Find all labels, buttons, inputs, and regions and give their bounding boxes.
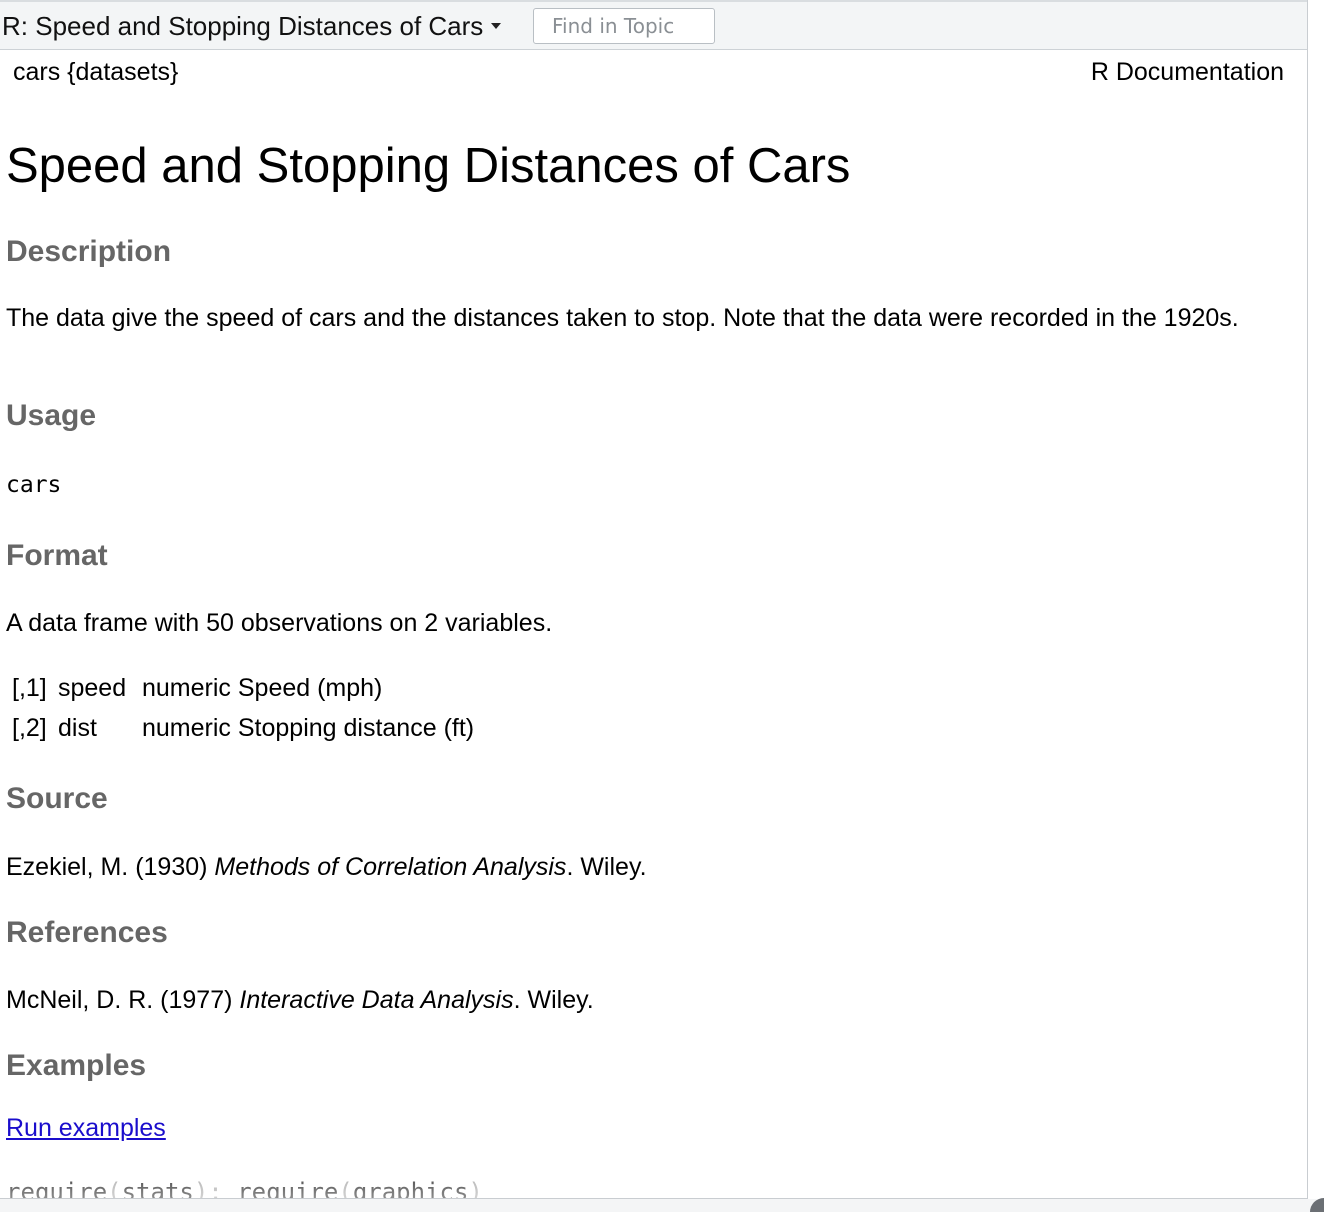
source-suffix: . Wiley. bbox=[566, 853, 647, 881]
code-token: stats bbox=[121, 1178, 194, 1199]
usage-heading: Usage bbox=[6, 399, 97, 432]
references-prefix: McNeil, D. R. (1977) bbox=[6, 986, 240, 1014]
source-text: Ezekiel, M. (1930) Methods of Correlatio… bbox=[6, 851, 647, 883]
help-pane: R: Speed and Stopping Distances of Cars … bbox=[0, 0, 1308, 1199]
pane-bottom-edge bbox=[0, 1199, 1324, 1212]
references-suffix: . Wiley. bbox=[513, 986, 594, 1014]
references-text: McNeil, D. R. (1977) Interactive Data An… bbox=[6, 984, 594, 1016]
code-token: ) bbox=[468, 1178, 483, 1199]
code-token: ( bbox=[107, 1178, 122, 1199]
examples-heading: Examples bbox=[6, 1049, 147, 1082]
format-heading: Format bbox=[6, 539, 108, 572]
source-title: Methods of Correlation Analysis bbox=[214, 853, 567, 881]
code-token: require bbox=[237, 1178, 339, 1199]
topic-dropdown[interactable]: R: Speed and Stopping Distances of Cars bbox=[2, 11, 502, 41]
variable-description: numeric Stopping distance (ft) bbox=[142, 713, 475, 742]
doc-header: cars {datasets} R Documentation bbox=[0, 56, 1307, 96]
topic-title-label: R: Speed and Stopping Distances of Cars bbox=[2, 11, 484, 41]
source-prefix: Ezekiel, M. (1930) bbox=[6, 853, 215, 881]
description-heading: Description bbox=[6, 235, 172, 268]
variable-name: dist bbox=[58, 713, 97, 742]
usage-code: cars bbox=[6, 472, 62, 498]
references-title: Interactive Data Analysis bbox=[239, 986, 514, 1014]
format-text: A data frame with 50 observations on 2 v… bbox=[6, 609, 553, 637]
pane-gutter bbox=[1308, 0, 1324, 1212]
references-heading: References bbox=[6, 916, 168, 949]
help-toolbar: R: Speed and Stopping Distances of Cars bbox=[0, 0, 1307, 50]
description-text: The data give the speed of cars and the … bbox=[6, 304, 1239, 332]
find-in-topic-input[interactable] bbox=[533, 8, 715, 44]
chevron-down-icon bbox=[491, 23, 502, 30]
package-label: cars {datasets} bbox=[13, 58, 179, 86]
code-token: ( bbox=[338, 1178, 353, 1199]
code-token: graphics bbox=[352, 1178, 469, 1199]
code-token: require bbox=[6, 1178, 108, 1199]
r-documentation-label: R Documentation bbox=[1090, 58, 1284, 86]
run-examples-link[interactable]: Run examples bbox=[6, 1114, 166, 1143]
examples-code: require(stats); require(graphics) bbox=[6, 1178, 483, 1199]
table-row: [,1] speed numeric Speed (mph) bbox=[10, 668, 474, 708]
variable-description: numeric Speed (mph) bbox=[142, 673, 383, 702]
source-heading: Source bbox=[6, 782, 108, 815]
variable-index: [,2] bbox=[12, 713, 47, 742]
variable-name: speed bbox=[58, 673, 127, 702]
table-row: [,2] dist numeric Stopping distance (ft) bbox=[10, 708, 474, 748]
format-table: [,1] speed numeric Speed (mph) [,2] dist… bbox=[10, 668, 474, 748]
code-token: ); bbox=[193, 1178, 238, 1199]
variable-index: [,1] bbox=[12, 673, 47, 702]
page-title: Speed and Stopping Distances of Cars bbox=[6, 139, 851, 193]
